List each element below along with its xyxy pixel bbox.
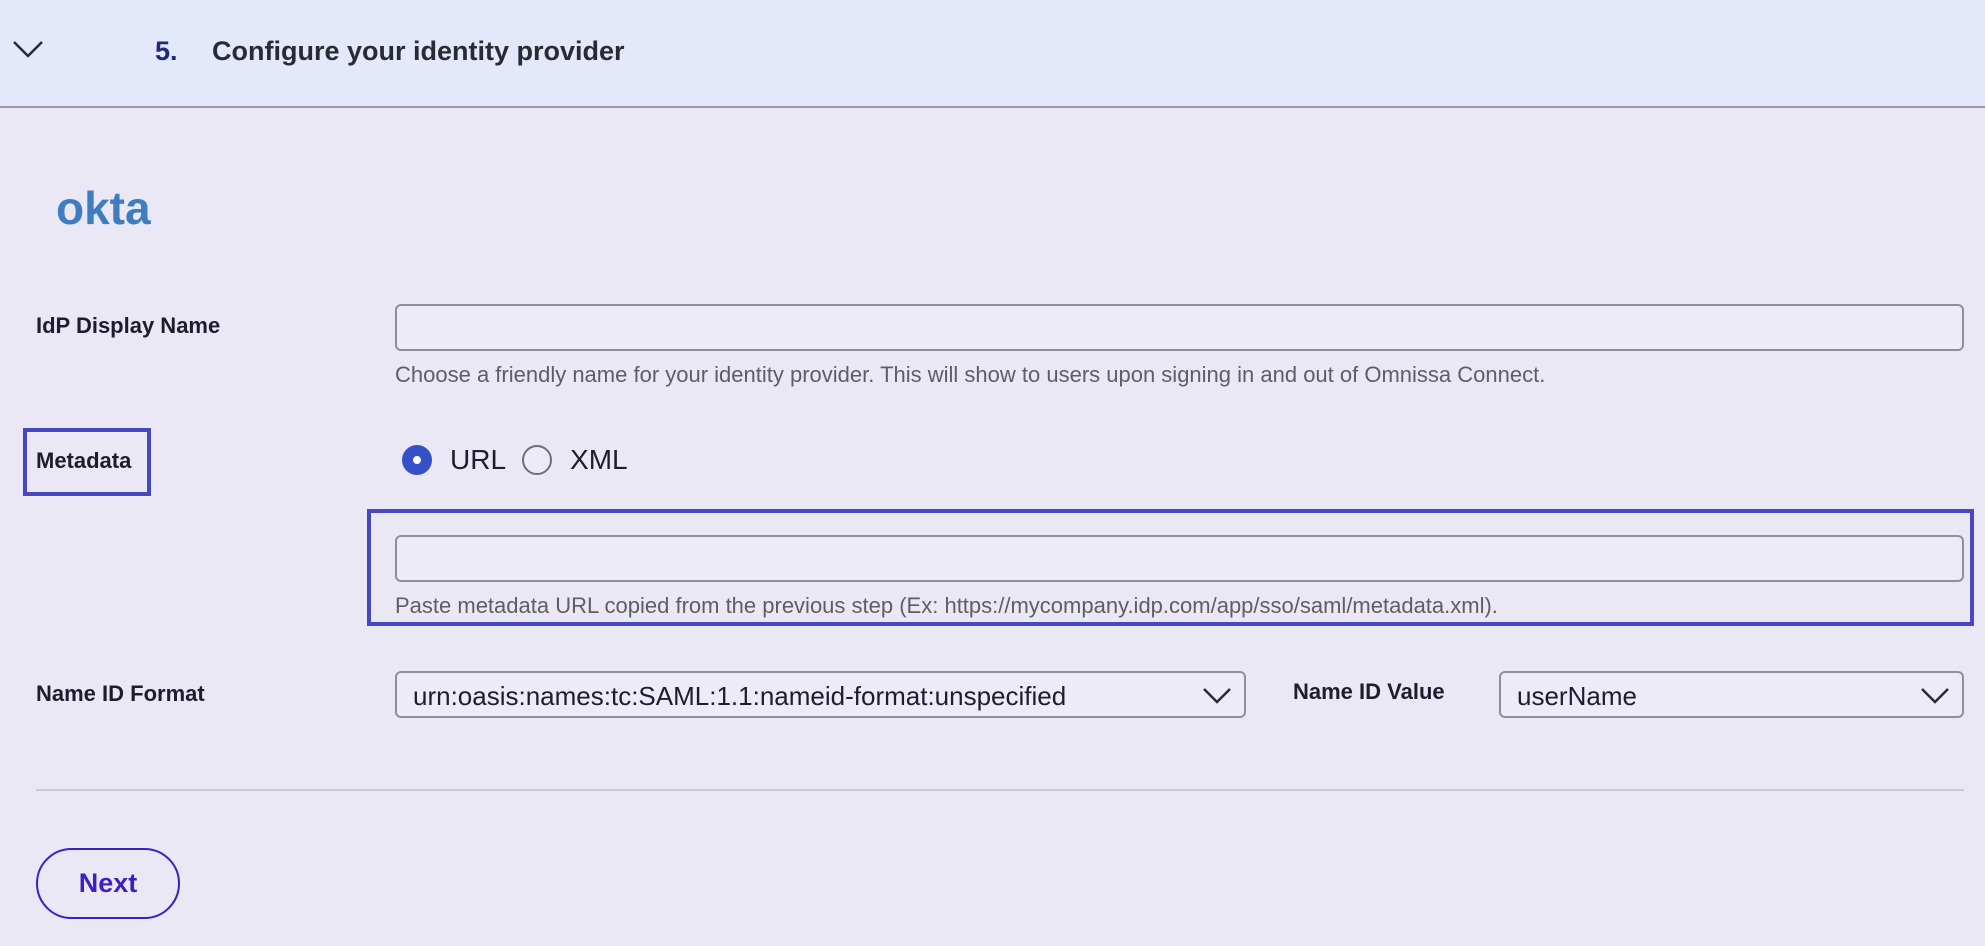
metadata-url-helper: Paste metadata URL copied from the previ… [395,593,1498,618]
name-id-value-label: Name ID Value [1293,679,1445,704]
metadata-url-input[interactable] [395,535,1964,582]
idp-display-name-input[interactable] [395,304,1964,351]
metadata-option-xml[interactable]: XML [522,444,644,476]
idp-display-name-helper: Choose a friendly name for your identity… [395,362,1546,387]
chevron-down-icon[interactable] [12,38,44,60]
idp-display-name-label: IdP Display Name [36,313,221,338]
step-title: Configure your identity provider [212,36,625,66]
chevron-down-icon[interactable] [1202,685,1232,705]
metadata-option-url[interactable]: URL [402,444,522,476]
metadata-type-radio-group: URL XML [402,442,644,478]
radio-label-url: URL [450,444,507,475]
name-id-format-label: Name ID Format [36,681,205,706]
name-id-value-select[interactable]: userName [1499,671,1964,718]
chevron-down-icon[interactable] [1920,685,1950,705]
step-header[interactable]: 5. Configure your identity provider [0,0,1985,108]
section-divider [36,789,1964,791]
next-button[interactable]: Next [36,848,180,919]
okta-logo: okta [56,184,151,234]
radio-label-xml: XML [570,444,628,475]
name-id-format-select[interactable]: urn:oasis:names:tc:SAML:1.1:nameid-forma… [395,671,1246,718]
step-number: 5. [155,36,178,66]
svg-text:okta: okta [56,184,151,234]
radio-unchecked-icon[interactable] [522,445,553,475]
name-id-value-value: userName [1517,681,1637,711]
name-id-format-value: urn:oasis:names:tc:SAML:1.1:nameid-forma… [413,681,1067,711]
metadata-label: Metadata [36,448,132,473]
radio-checked-icon[interactable] [402,445,432,475]
